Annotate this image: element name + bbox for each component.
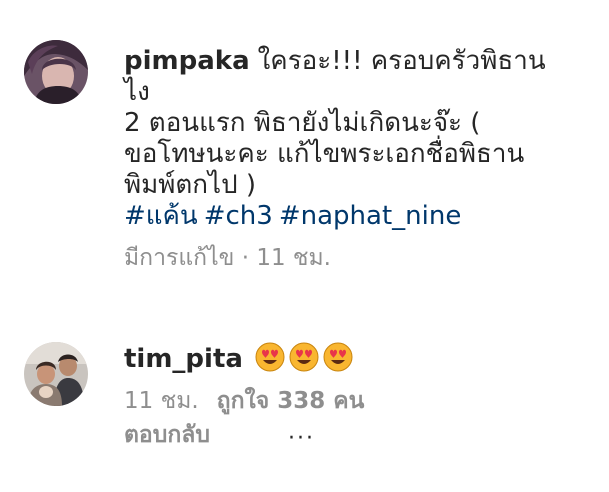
hashtag-link[interactable]: #naphat_nine <box>279 201 461 231</box>
comment-item: tim_pita 11 ชม. ถูกใจ 338 คน ตอบกลับ ··· <box>0 320 609 492</box>
comment-meta: 11 ชม. ถูกใจ 338 คน <box>124 387 594 415</box>
hashtag-link[interactable]: #แค้น <box>124 201 198 231</box>
heart-eyes-emoji-icon <box>323 342 353 372</box>
avatar-image <box>24 40 88 104</box>
likes-count[interactable]: ถูกใจ 338 คน <box>217 388 365 414</box>
heart-eyes-emoji-icon <box>289 342 319 372</box>
heart-eyes-emoji-icon <box>251 342 353 374</box>
heart-eyes-emoji-icon <box>255 342 285 372</box>
comment-first-line: pimpaka ใครอะ!!! ครอบครัวพิธาน <box>124 46 594 77</box>
hashtag-line: #แค้น #ch3 #naphat_nine <box>124 201 594 232</box>
hashtag-link[interactable]: #ch3 <box>204 201 273 231</box>
more-options-icon[interactable]: ··· <box>288 426 315 451</box>
avatar[interactable] <box>24 342 88 406</box>
reply-button[interactable]: ตอบกลับ <box>124 421 594 449</box>
comment-first-line: tim_pita <box>124 342 594 375</box>
avatar-image <box>24 342 88 406</box>
comment-text-line: 2 ตอนแรก พิธายังไม่เกิดนะจ๊ะ ( <box>124 108 481 138</box>
avatar[interactable] <box>24 40 88 104</box>
comment-item: pimpaka ใครอะ!!! ครอบครัวพิธาน ไง 2 ตอนแร… <box>0 0 609 320</box>
comment-text-line: ไง <box>124 77 150 107</box>
comment-username[interactable]: pimpaka <box>124 46 250 76</box>
comment-text-line: พิมพ์ตกไป ) <box>124 170 257 200</box>
comment-text-line: ใครอะ!!! ครอบครัวพิธาน <box>257 46 546 76</box>
comment-time: 11 ชม. <box>124 388 199 414</box>
comment-username[interactable]: tim_pita <box>124 344 243 374</box>
comment-meta: มีการแก้ไข · 11 ชม. <box>124 245 331 271</box>
comment-text-line: ขอโทษนะคะ แก้ไขพระเอกชื่อพิธาน <box>124 139 525 169</box>
